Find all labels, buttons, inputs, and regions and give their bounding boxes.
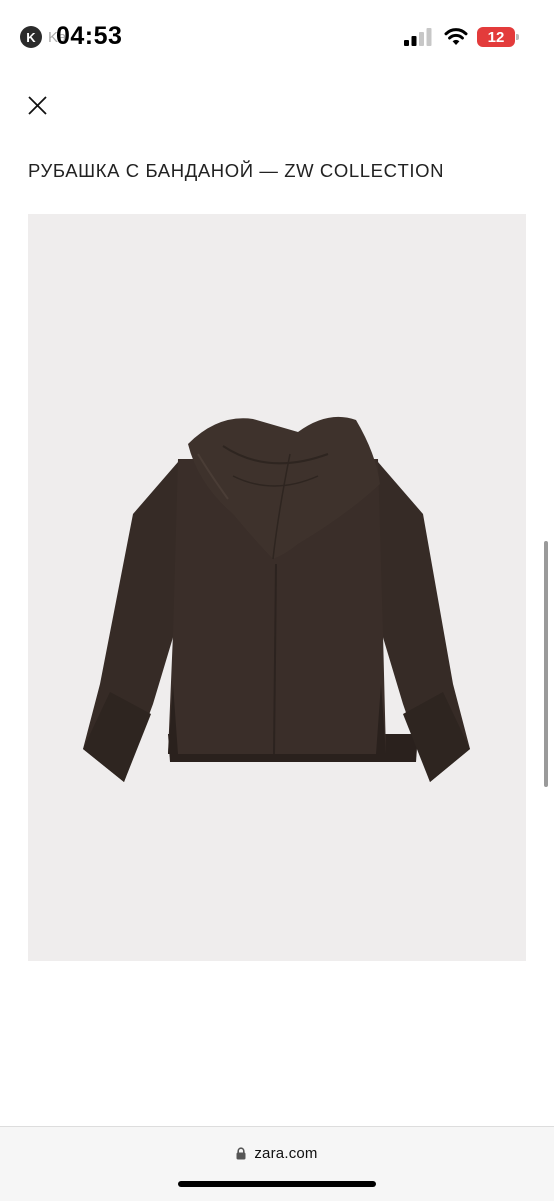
status-time: 04:53 [56, 22, 123, 50]
lock-icon [236, 1147, 246, 1160]
wifi-icon [444, 28, 468, 45]
battery-level: 12 [487, 28, 505, 46]
cellular-signal-icon [404, 28, 432, 46]
home-indicator[interactable] [178, 1181, 376, 1187]
product-image[interactable] [28, 214, 526, 961]
close-icon[interactable] [24, 92, 52, 120]
browser-url-bar[interactable] [0, 1126, 554, 1201]
product-title: РУБАШКА С БАНДАНОЙ — ZW COLLECTION [28, 160, 445, 181]
battery-indicator: 12 [477, 27, 519, 47]
url-display[interactable]: zara.com [0, 1145, 554, 1162]
product-photo-icon [83, 416, 470, 782]
page-scrollbar[interactable] [544, 541, 548, 787]
status-bar: K Ka 04:53 12 [0, 0, 554, 72]
back-app-icon: K [20, 26, 42, 48]
url-text: zara.com [254, 1145, 318, 1162]
